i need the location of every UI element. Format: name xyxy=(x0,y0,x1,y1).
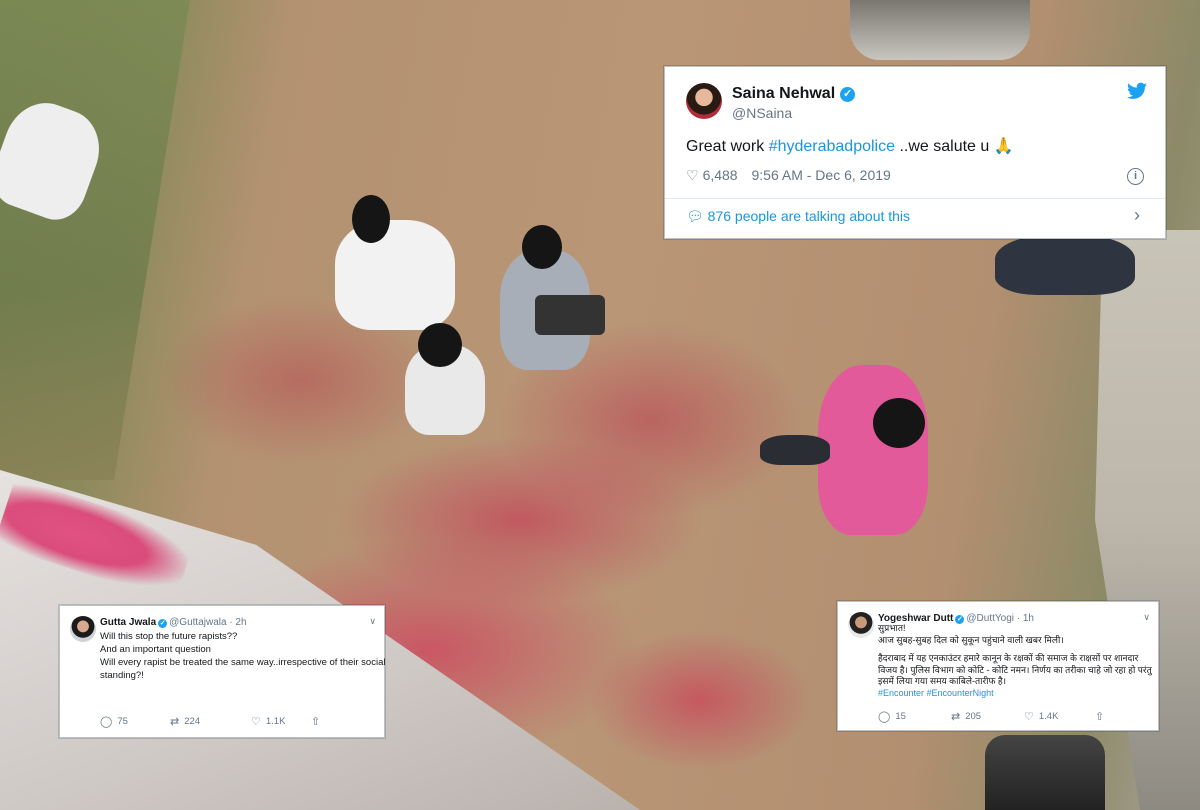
twitter-bird-icon[interactable] xyxy=(1127,82,1147,100)
like-button[interactable]: ♡ 1.4K xyxy=(1024,710,1095,723)
conversation-link[interactable]: 💬︎ 876 people are talking about this xyxy=(686,208,910,225)
retweet-icon: ⇄ xyxy=(170,716,180,728)
reply-button[interactable]: ◯ 75 xyxy=(100,715,170,728)
hashtag-links[interactable]: #Encounter #EncounterNight xyxy=(878,688,1152,700)
share-button[interactable]: ⇧ xyxy=(1095,710,1104,723)
like-count[interactable]: 6,488 xyxy=(703,167,738,183)
avatar[interactable] xyxy=(70,616,96,642)
video-camera xyxy=(535,295,605,335)
tweet-text: Great work #hyderabadpolice ..we salute … xyxy=(686,138,1014,155)
verified-icon: ✓ xyxy=(840,87,856,102)
tweet-timestamp[interactable]: 9:56 AM - Dec 6, 2019 xyxy=(752,167,891,183)
tweet-author-name[interactable]: Saina Nehwal ✓ xyxy=(732,85,856,103)
caret-down-icon[interactable]: ∨ xyxy=(369,616,376,627)
tweet-meta: ♡ 6,488 9:56 AM - Dec 6, 2019 xyxy=(686,167,891,184)
person-head xyxy=(873,398,925,448)
person-right-dark xyxy=(995,235,1135,295)
person-pink-shirt xyxy=(818,365,928,535)
retweet-button[interactable]: ⇄ 205 xyxy=(951,710,1024,723)
info-icon[interactable]: i xyxy=(1127,168,1144,185)
heart-icon: ♡ xyxy=(1024,711,1034,723)
tweet-actions: ◯ 15 ⇄ 205 ♡ 1.4K ⇧ xyxy=(878,710,1104,723)
tweet-author-handle[interactable]: @NSaina xyxy=(732,105,792,121)
reply-icon: ◯ xyxy=(878,711,891,723)
tweet-actions: ◯ 75 ⇄ 224 ♡ 1.1K ⇧ xyxy=(100,715,320,728)
avatar[interactable] xyxy=(848,612,874,638)
car-hood xyxy=(985,735,1105,810)
hashtag-link[interactable]: #hyderabadpolice xyxy=(769,138,895,155)
tweet-author-name[interactable]: Gutta Jwala xyxy=(100,617,156,628)
tweet-card-gutta[interactable]: Gutta Jwala ✓ @Guttajwala · 2h ∨ Will this… xyxy=(59,605,385,738)
reply-button[interactable]: ◯ 15 xyxy=(878,710,951,723)
share-button[interactable]: ⇧ xyxy=(311,715,320,728)
reply-icon: ◯ xyxy=(100,716,113,728)
like-button[interactable]: ♡ 1.1K xyxy=(251,715,311,728)
share-icon: ⇧ xyxy=(1095,711,1105,723)
person-dark-pants xyxy=(760,435,830,465)
divider xyxy=(665,198,1165,199)
chevron-right-icon[interactable]: › xyxy=(1134,205,1140,226)
person-head xyxy=(352,195,390,243)
retweet-icon: ⇄ xyxy=(951,711,961,723)
car-roof xyxy=(850,0,1030,60)
tweet-text: सुप्रभात! आज सुबह-सुबह दिल को सुकून पहुं… xyxy=(878,623,1152,700)
person-head xyxy=(522,225,562,269)
retweet-button[interactable]: ⇄ 224 xyxy=(170,715,251,728)
caret-down-icon[interactable]: ∨ xyxy=(1143,612,1150,623)
tweet-text: Will this stop the future rapists?? And … xyxy=(100,631,386,681)
tweet-card-saina[interactable]: Saina Nehwal ✓ @NSaina Great work #hydera… xyxy=(664,66,1166,239)
grass-patch xyxy=(0,0,190,480)
tweet-handle-time[interactable]: @Guttajwala · 2h xyxy=(169,617,246,628)
person-head xyxy=(418,323,462,367)
tweet-card-yogeshwar[interactable]: Yogeshwar Dutt ✓ @DuttYogi · 1h ∨ सुप्रभात… xyxy=(837,601,1159,731)
share-icon: ⇧ xyxy=(311,716,321,728)
person-white-shirt-center xyxy=(335,220,455,330)
avatar[interactable] xyxy=(686,83,722,119)
comment-icon: 💬︎ xyxy=(686,208,704,224)
heart-icon[interactable]: ♡ xyxy=(686,167,699,183)
heart-icon: ♡ xyxy=(251,716,261,728)
verified-icon: ✓ xyxy=(158,619,168,628)
tweet-header: Gutta Jwala ✓ @Guttajwala · 2h xyxy=(100,617,247,628)
